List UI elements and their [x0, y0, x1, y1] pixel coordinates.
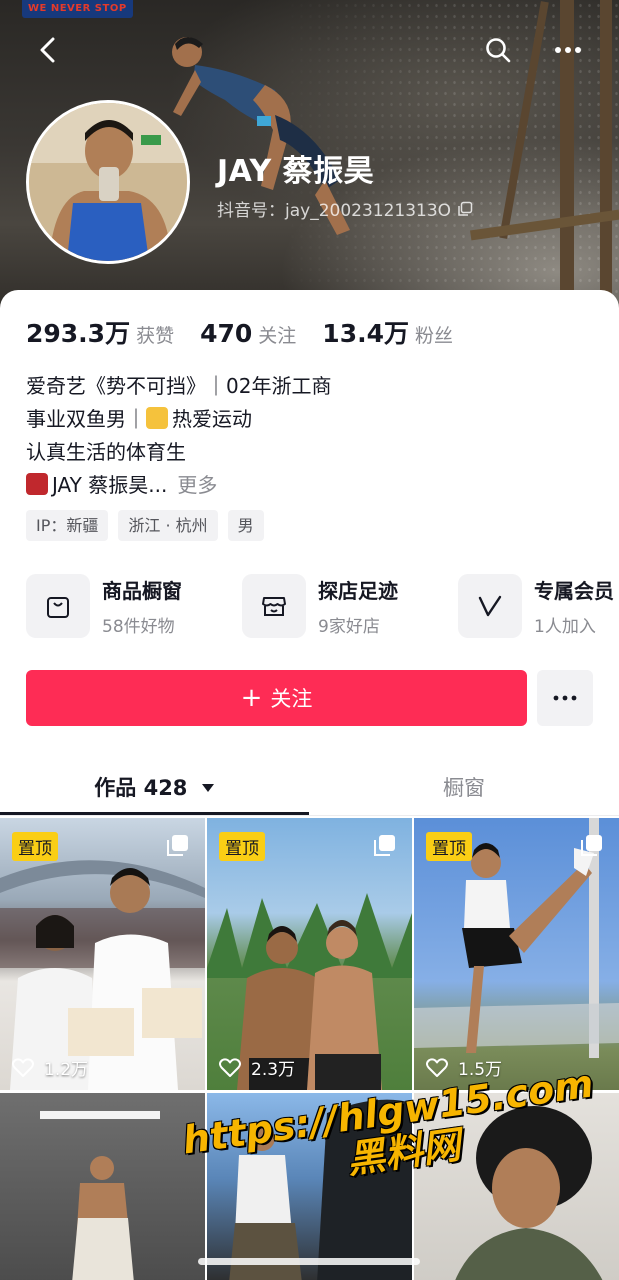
vip-v-icon [478, 595, 502, 617]
follow-label: 关注 [270, 687, 313, 711]
heart-icon [219, 1057, 241, 1077]
profile-cover[interactable]: WE NEVER STOP JAY 蔡振昊 抖音号：jay_2002312131 [0, 0, 619, 320]
more-actions-button[interactable] [537, 670, 593, 726]
video-tile[interactable]: 置顶 1.5万 [414, 818, 619, 1090]
service-icon-box [242, 574, 306, 638]
pinned-badge: 置顶 [426, 832, 472, 861]
nickname: JAY 蔡振昊 [217, 154, 375, 189]
pinned-badge: 置顶 [12, 832, 58, 861]
tab-active-indicator [0, 812, 309, 815]
home-indicator[interactable] [198, 1258, 420, 1265]
stat-label: 获赞 [136, 325, 175, 347]
service-title: 探店足迹 [318, 579, 398, 603]
douyin-id: 抖音号：jay_20023121313O [217, 196, 473, 221]
heart-icon [12, 1057, 34, 1077]
services-row: 商品橱窗 58件好物 探店足迹 9家好店 专属会员 1人加入 [26, 574, 619, 638]
search-button[interactable] [478, 30, 518, 70]
douyin-id-text: 抖音号：jay_20023121313O [217, 201, 452, 221]
cover-pole [600, 0, 612, 320]
service-store-visits[interactable]: 探店足迹 9家好店 [242, 574, 458, 638]
video-thumbnail [40, 1111, 160, 1280]
bio-text: 事业双鱼男｜ [26, 407, 146, 431]
bio-line: 事业双鱼男｜ 热爱运动 [26, 403, 331, 436]
service-subtitle: 9家好店 [318, 617, 380, 637]
video-tile[interactable]: 置顶 2.3万 [207, 818, 412, 1090]
tag-location: 浙江 · 杭州 [118, 510, 218, 541]
stat-label: 关注 [258, 325, 297, 347]
heart-icon [426, 1057, 448, 1077]
tag-gender: 男 [227, 510, 264, 541]
avatar[interactable] [26, 100, 190, 264]
stats-row: 293.3万 获赞 470 关注 13.4万 粉丝 [26, 314, 479, 350]
plus-icon: + [240, 683, 263, 713]
service-membership[interactable]: 专属会员 1人加入 [458, 574, 619, 638]
stat-likes[interactable]: 293.3万 获赞 [26, 314, 174, 350]
bio-line: 爱奇艺《势不可挡》｜02年浙工商 [26, 374, 332, 398]
tag-ip: IP：新疆 [26, 510, 109, 541]
more-options-button[interactable] [548, 30, 588, 70]
brand-logo: WE NEVER STOP [22, 0, 133, 18]
stat-number: 470 [200, 319, 253, 348]
service-title: 专属会员 [534, 579, 614, 603]
service-subtitle: 1人加入 [534, 617, 596, 637]
ellipsis-icon [555, 47, 581, 53]
service-title: 商品橱窗 [102, 579, 182, 603]
bio-line: JAY 蔡振昊... 更多 [26, 469, 331, 502]
service-subtitle: 58件好物 [102, 617, 175, 637]
tab-showcase[interactable]: 橱窗 [309, 772, 619, 802]
content-tabs: 作品 428 橱窗 [0, 760, 619, 816]
profile-tags: IP：新疆 浙江 · 杭州 男 [26, 510, 264, 541]
like-count-text: 2.3万 [251, 1060, 296, 1080]
back-button[interactable] [28, 30, 68, 70]
video-tile[interactable] [0, 1093, 205, 1280]
multi-image-icon [374, 835, 395, 856]
red-book-emoji-icon [26, 473, 48, 495]
service-icon-box [458, 574, 522, 638]
avatar-photo [29, 103, 187, 261]
caret-down-icon [201, 784, 214, 792]
stat-number: 293.3万 [26, 319, 131, 348]
bio-more-link[interactable]: 更多 [177, 473, 217, 497]
search-icon [486, 38, 511, 63]
copy-icon[interactable] [457, 201, 473, 217]
tab-works[interactable]: 作品 428 [0, 772, 309, 802]
service-shop-window[interactable]: 商品橱窗 58件好物 [26, 574, 242, 638]
shopping-bag-icon [47, 597, 69, 618]
chevron-left-icon [40, 37, 55, 63]
bio[interactable]: 爱奇艺《势不可挡》｜02年浙工商 事业双鱼男｜ 热爱运动 认真生活的体育生 JAY… [26, 370, 331, 502]
tab-works-label: 作品 428 [94, 776, 188, 800]
follow-button[interactable]: + 关注 [26, 670, 527, 726]
stat-label: 粉丝 [414, 325, 453, 347]
service-icon-box [26, 574, 90, 638]
stat-number: 13.4万 [322, 319, 409, 348]
multi-image-icon [581, 835, 602, 856]
store-icon [262, 597, 286, 616]
bio-line: 认真生活的体育生 [26, 440, 186, 464]
bio-text: JAY 蔡振昊... [52, 473, 168, 497]
pinned-badge: 置顶 [219, 832, 265, 861]
bio-text: 热爱运动 [172, 407, 252, 431]
like-count-text: 1.2万 [44, 1060, 89, 1080]
like-count: 2.3万 [219, 1055, 295, 1080]
multi-image-icon [167, 835, 188, 856]
ellipsis-icon [553, 695, 577, 701]
stat-following[interactable]: 470 关注 [200, 319, 296, 348]
weightlifter-emoji-icon [146, 407, 168, 429]
stat-followers[interactable]: 13.4万 粉丝 [322, 314, 453, 350]
video-tile[interactable]: 置顶 1.2万 [0, 818, 205, 1090]
like-count: 1.2万 [12, 1055, 88, 1080]
